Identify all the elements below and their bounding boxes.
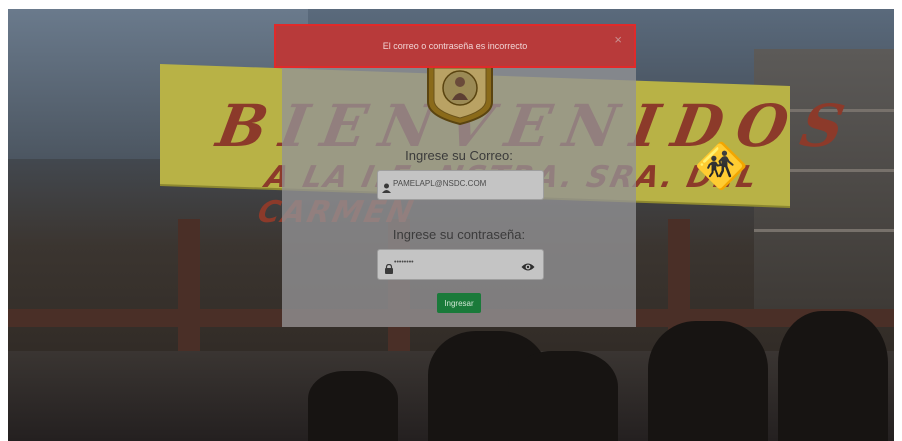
close-icon[interactable]: × — [614, 32, 622, 47]
email-label: Ingrese su Correo: — [405, 148, 513, 163]
eye-icon[interactable] — [521, 259, 535, 277]
error-alert: El correo o contraseña es incorrecto × — [274, 24, 636, 68]
crowd-silhouette — [648, 321, 768, 441]
lock-icon — [385, 261, 393, 279]
children-figures-icon: 🚸 — [694, 141, 749, 192]
password-value: •••••••• — [394, 259, 414, 266]
user-icon — [382, 180, 391, 198]
school-crest-logo — [425, 58, 495, 126]
password-label: Ingrese su contraseña: — [392, 227, 526, 242]
submit-button[interactable]: Ingresar — [437, 293, 481, 313]
crowd-silhouette — [508, 351, 618, 441]
email-value: PAMELAPL@NSDC.COM — [393, 179, 487, 188]
crowd-silhouette — [778, 311, 888, 441]
email-field[interactable]: PAMELAPL@NSDC.COM — [377, 170, 544, 200]
password-field[interactable]: •••••••• — [377, 249, 544, 280]
crowd-silhouette — [308, 371, 398, 441]
error-message: El correo o contraseña es incorrecto — [382, 41, 528, 51]
